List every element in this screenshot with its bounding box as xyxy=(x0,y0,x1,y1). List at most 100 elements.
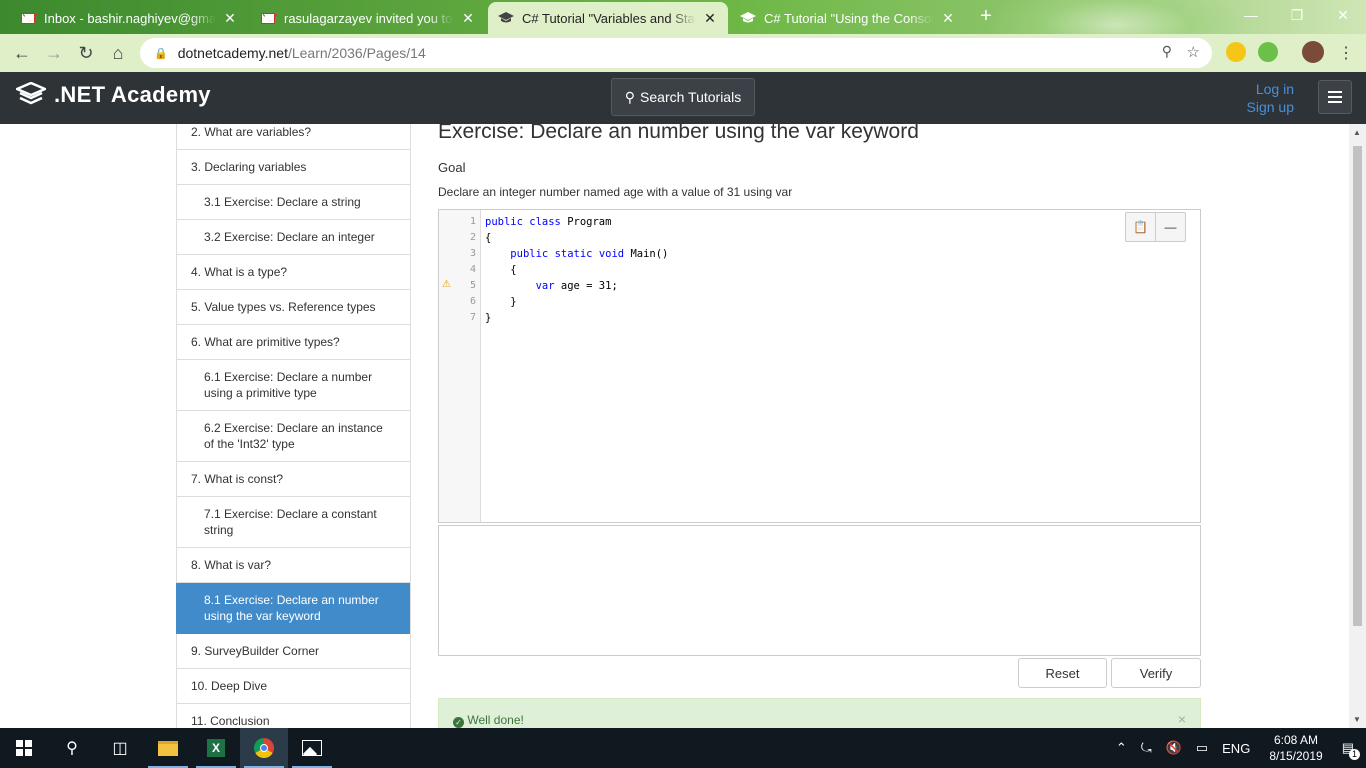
sidebar-item[interactable]: 8. What is var? xyxy=(176,548,410,583)
warning-icon[interactable]: ⚠ xyxy=(442,279,451,290)
editor-toolbar: 📋 ― xyxy=(1125,212,1186,242)
tab-gmail-invite[interactable]: rasulagarzayev invited you to Co ✕ xyxy=(250,2,486,34)
editor-gutter: 1 2 3 4 5 ⚠ 6 7 xyxy=(439,210,481,522)
address-bar[interactable]: 🔒 dotnetcademy.net/Learn/2036/Pages/14 ⚲… xyxy=(140,38,1212,68)
sidebar-item[interactable]: 11. Conclusion xyxy=(176,704,410,728)
back-arrow-icon[interactable]: ← xyxy=(6,37,38,69)
code-line[interactable]: public class Program xyxy=(485,214,611,230)
sidebar-item-active[interactable]: 8.1 Exercise: Declare an number using th… xyxy=(176,583,410,634)
search-icon[interactable]: ⚲ xyxy=(48,728,96,768)
search-icon: ⚲ xyxy=(624,88,636,105)
zoom-icon[interactable]: ⚲ xyxy=(1162,43,1172,60)
photos-icon[interactable] xyxy=(288,728,336,768)
reset-button[interactable]: Reset xyxy=(1018,658,1107,688)
wifi-icon[interactable]: ⤿ xyxy=(1141,740,1152,756)
scroll-down-icon[interactable]: ▼ xyxy=(1353,715,1361,724)
url-path: /Learn/2036/Pages/14 xyxy=(287,45,426,61)
sidebar-item[interactable]: 5. Value types vs. Reference types xyxy=(176,290,410,325)
site-logo[interactable]: .NET Academy xyxy=(16,82,211,108)
bookmark-star-icon[interactable]: ☆ xyxy=(1187,43,1200,61)
sidebar-item[interactable]: 10. Deep Dive xyxy=(176,669,410,704)
sidebar-item[interactable]: 7.1 Exercise: Declare a constant string xyxy=(176,497,410,548)
tab-csharp-console[interactable]: C# Tutorial "Using the Console" - ✕ xyxy=(730,2,966,34)
gmail-icon xyxy=(20,10,36,26)
sidebar-item[interactable]: 6.1 Exercise: Declare a number using a p… xyxy=(176,360,410,411)
home-icon[interactable]: ⌂ xyxy=(102,37,134,69)
tab-gmail-inbox[interactable]: Inbox - bashir.naghiyev@gmail.com ✕ xyxy=(10,2,248,34)
close-tab-icon[interactable]: ✕ xyxy=(940,10,956,27)
sidebar-item[interactable]: 2. What are variables? xyxy=(176,124,410,150)
scrollbar-thumb[interactable] xyxy=(1353,146,1362,626)
code-line[interactable]: { xyxy=(485,262,516,278)
chevron-up-icon[interactable]: ⌃ xyxy=(1116,740,1127,756)
sidebar-item[interactable]: 6. What are primitive types? xyxy=(176,325,410,360)
hamburger-menu-button[interactable] xyxy=(1318,80,1352,114)
clipboard-icon[interactable]: 📋 xyxy=(1126,213,1156,241)
close-alert-icon[interactable]: × xyxy=(1178,711,1186,727)
chrome-menu-icon[interactable]: ⋮ xyxy=(1338,43,1354,63)
language-indicator[interactable]: ENG xyxy=(1222,741,1250,756)
page-scrollbar[interactable]: ▲ ▼ xyxy=(1349,124,1366,728)
close-tab-icon[interactable]: ✕ xyxy=(460,10,476,27)
chrome-icon[interactable] xyxy=(240,728,288,768)
volume-muted-icon[interactable]: 🔇 xyxy=(1166,740,1182,756)
tab-title: C# Tutorial "Using the Console" - xyxy=(764,10,934,26)
lock-icon: 🔒 xyxy=(154,47,168,60)
graduation-cap-icon xyxy=(498,10,514,26)
login-link[interactable]: Log in xyxy=(1247,80,1294,98)
close-tab-icon[interactable]: ✕ xyxy=(222,10,238,27)
sidebar-item[interactable]: 3. Declaring variables xyxy=(176,150,410,185)
extension-icon[interactable] xyxy=(1226,42,1246,62)
search-tutorials-button[interactable]: ⚲ Search Tutorials xyxy=(611,78,755,116)
clock[interactable]: 6:08 AM 8/15/2019 xyxy=(1269,732,1322,764)
notification-icon[interactable]: ▤ 1 xyxy=(1342,740,1360,760)
sidebar-item[interactable]: 3.2 Exercise: Declare an integer xyxy=(176,220,410,255)
success-alert: ✓ Well done! × xyxy=(438,698,1201,728)
minimize-button[interactable]: — xyxy=(1228,0,1274,30)
line-number: 6 xyxy=(469,296,476,307)
file-explorer-icon[interactable] xyxy=(144,728,192,768)
gmail-icon xyxy=(260,10,276,26)
goal-heading: Goal xyxy=(438,160,466,175)
close-window-button[interactable]: ✕ xyxy=(1320,0,1366,30)
restore-button[interactable]: ❐ xyxy=(1274,0,1320,30)
site-header: .NET Academy ⚲ Search Tutorials Log in S… xyxy=(0,72,1366,124)
code-line[interactable]: public static void Main() xyxy=(485,246,668,262)
windows-start-icon[interactable] xyxy=(0,728,48,768)
logo-text: .NET Academy xyxy=(54,82,211,107)
sidebar-item[interactable]: 6.2 Exercise: Declare an instance of the… xyxy=(176,411,410,462)
close-tab-icon[interactable]: ✕ xyxy=(702,10,718,27)
scroll-up-icon[interactable]: ▲ xyxy=(1353,128,1361,137)
excel-icon[interactable]: X xyxy=(192,728,240,768)
new-tab-button[interactable]: + xyxy=(975,6,997,28)
collapse-icon[interactable]: ― xyxy=(1156,213,1185,241)
reload-icon[interactable]: ↻ xyxy=(70,37,102,69)
forward-arrow-icon[interactable]: → xyxy=(38,37,70,69)
code-line[interactable]: } xyxy=(485,294,516,310)
sidebar-item[interactable]: 4. What is a type? xyxy=(176,255,410,290)
signup-link[interactable]: Sign up xyxy=(1247,98,1294,116)
check-circle-icon: ✓ xyxy=(453,717,464,728)
lesson-sidebar: 2. What are variables? 3. Declaring varia… xyxy=(176,124,411,728)
notification-count: 1 xyxy=(1349,749,1360,760)
sidebar-item[interactable]: 3.1 Exercise: Declare a string xyxy=(176,185,410,220)
extension-icon[interactable] xyxy=(1258,42,1278,62)
verify-button[interactable]: Verify xyxy=(1111,658,1201,688)
sidebar-item[interactable]: 7. What is const? xyxy=(176,462,410,497)
clock-date: 8/15/2019 xyxy=(1269,749,1323,763)
tab-csharp-variables[interactable]: C# Tutorial "Variables and Standa ✕ xyxy=(488,2,728,34)
code-line[interactable]: } xyxy=(485,310,491,326)
sidebar-item[interactable]: 9. SurveyBuilder Corner xyxy=(176,634,410,669)
exercise-panel: Exercise: Declare an number using the va… xyxy=(438,124,1201,728)
code-editor[interactable]: 1 2 3 4 5 ⚠ 6 7 public class Program{ public st… xyxy=(438,209,1201,523)
code-line[interactable]: { xyxy=(485,230,491,246)
output-panel xyxy=(438,525,1201,656)
success-message: Well done! xyxy=(467,713,524,727)
url-host: dotnetcademy.net xyxy=(177,45,288,61)
profile-avatar[interactable] xyxy=(1302,41,1324,63)
code-line[interactable]: var age = 31; xyxy=(485,278,618,294)
battery-icon[interactable]: ▭ xyxy=(1196,740,1208,756)
tab-title: C# Tutorial "Variables and Standa xyxy=(522,10,696,26)
task-view-icon[interactable]: ◫ xyxy=(96,728,144,768)
system-tray: ⌃ ⤿ 🔇 ▭ ENG 6:08 AM 8/15/2019 ▤ 1 xyxy=(1109,728,1366,768)
